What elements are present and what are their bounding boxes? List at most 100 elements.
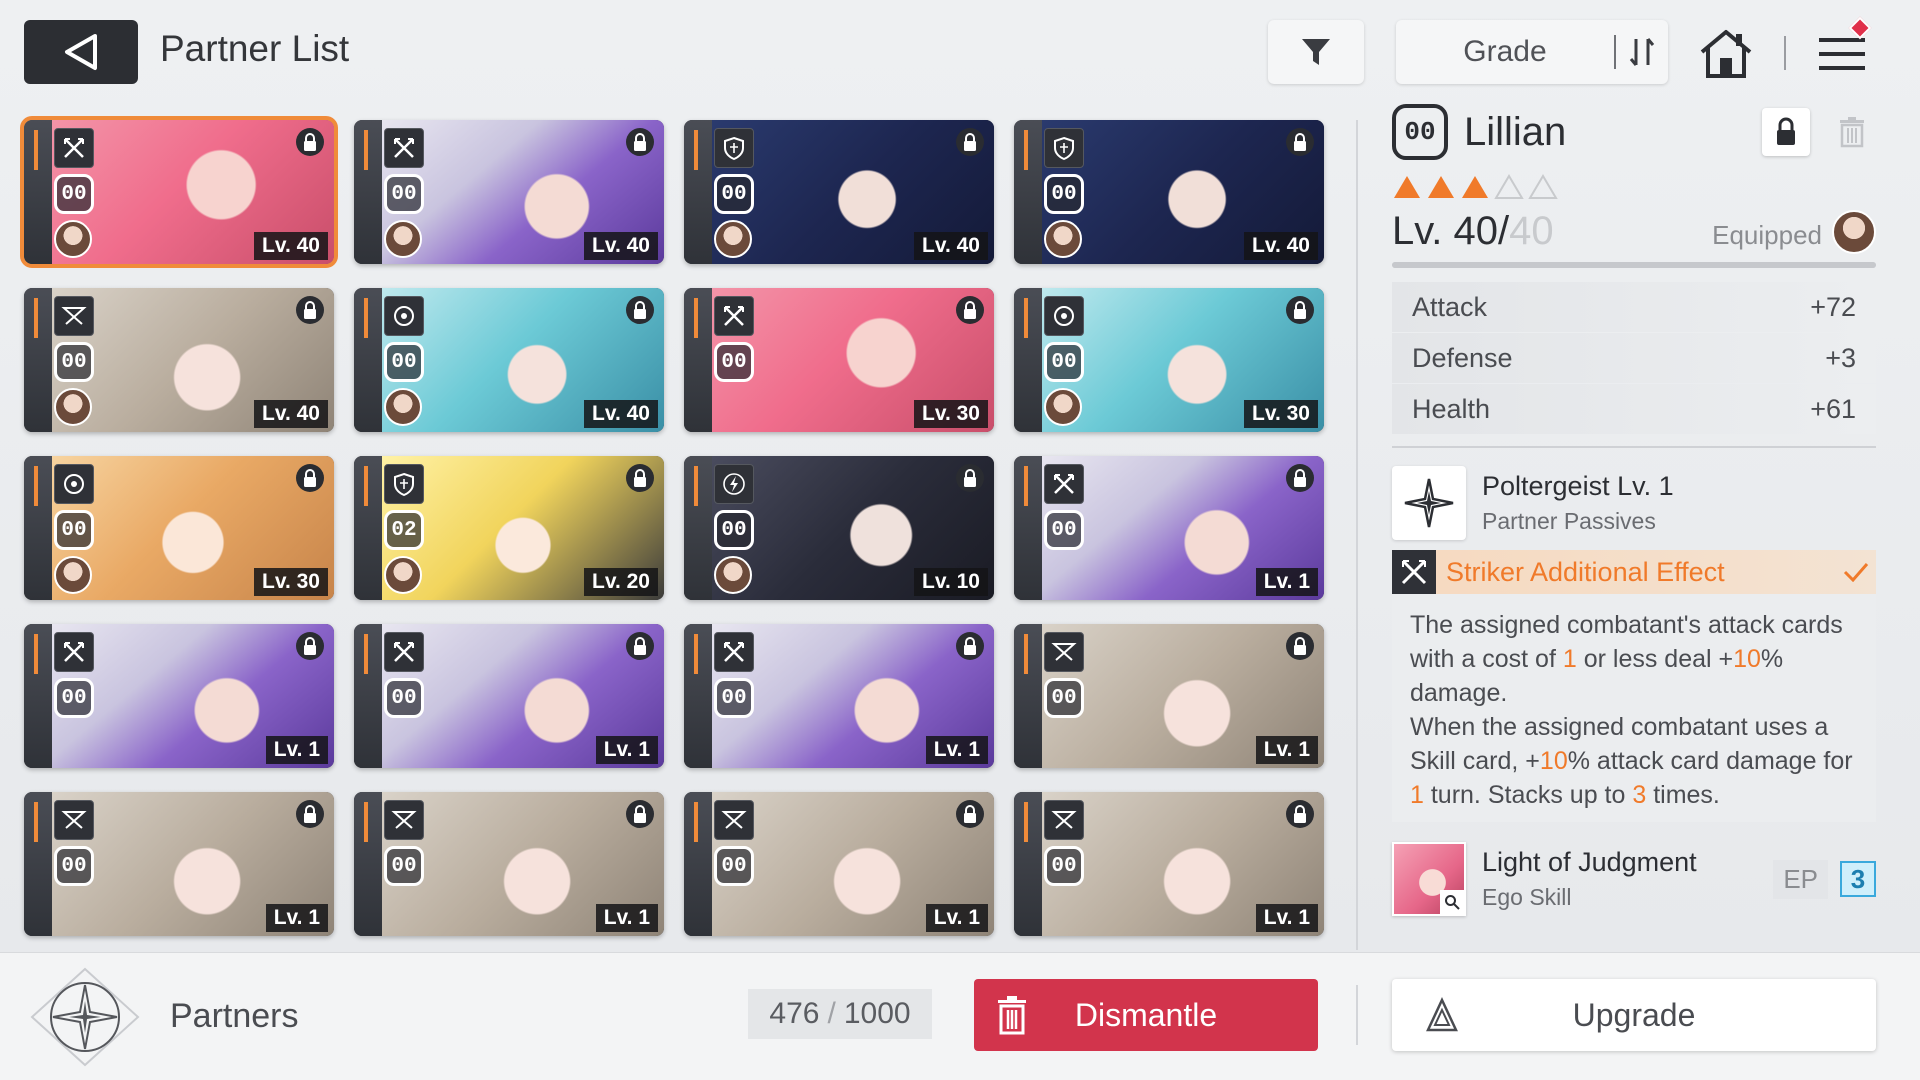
striker-icon bbox=[54, 128, 94, 168]
lock-icon[interactable] bbox=[626, 296, 654, 324]
footer-divider bbox=[1356, 985, 1358, 1045]
ranger-icon bbox=[1044, 800, 1084, 840]
grade-badge: 00 bbox=[384, 678, 424, 718]
equipped-avatar[interactable] bbox=[1832, 209, 1876, 254]
lock-icon[interactable] bbox=[1286, 464, 1314, 492]
level-max: 40 bbox=[1509, 209, 1554, 253]
partner-card[interactable]: 00 Lv. 1 bbox=[684, 624, 994, 768]
card-strip bbox=[1014, 120, 1042, 264]
trash-button[interactable] bbox=[1828, 108, 1876, 156]
level-label: Lv. 40 bbox=[1244, 232, 1318, 260]
partners-label: Partners bbox=[170, 997, 299, 1035]
partner-card[interactable]: 00 Lv. 1 bbox=[24, 624, 334, 768]
partner-card[interactable]: 00 Lv. 1 bbox=[354, 624, 664, 768]
ego-skill[interactable]: Light of Judgment Ego Skill EP 3 bbox=[1392, 842, 1876, 916]
stat-attack: Attack +72 bbox=[1392, 282, 1876, 332]
card-strip bbox=[354, 456, 382, 600]
partner-card[interactable]: 00 Lv. 30 bbox=[24, 456, 334, 600]
partner-card[interactable]: 00 Lv. 1 bbox=[354, 792, 664, 936]
lock-icon[interactable] bbox=[296, 800, 324, 828]
star-filled-icon bbox=[1426, 174, 1456, 205]
striker-icon bbox=[714, 632, 754, 672]
striker-icon bbox=[384, 128, 424, 168]
lock-icon[interactable] bbox=[956, 128, 984, 156]
partner-card[interactable]: 00 Lv. 30 bbox=[1014, 288, 1324, 432]
level-label: Lv. 40 bbox=[584, 400, 658, 428]
lightning-icon bbox=[714, 464, 754, 504]
partner-name: Lillian bbox=[1464, 109, 1567, 154]
partner-card[interactable]: 00 Lv. 30 bbox=[684, 288, 994, 432]
upgrade-icon bbox=[1426, 997, 1458, 1041]
level-label: Lv. 1 bbox=[1255, 736, 1318, 764]
lock-icon[interactable] bbox=[1286, 800, 1314, 828]
lock-icon[interactable] bbox=[956, 800, 984, 828]
star-empty-icon bbox=[1528, 174, 1558, 205]
lock-icon[interactable] bbox=[956, 632, 984, 660]
partner-card[interactable]: 00 Lv. 1 bbox=[1014, 792, 1324, 936]
level-label: Lv. 1 bbox=[265, 904, 328, 932]
partners-emblem-icon bbox=[20, 967, 150, 1067]
lock-icon[interactable] bbox=[626, 128, 654, 156]
partner-detail-panel: 00 Lillian Lv. 40/ 40 Equipped Attack +7… bbox=[1392, 100, 1876, 916]
lock-icon[interactable] bbox=[296, 632, 324, 660]
lock-icon[interactable] bbox=[626, 632, 654, 660]
partner-card[interactable]: 02 Lv. 20 bbox=[354, 456, 664, 600]
lock-icon[interactable] bbox=[296, 128, 324, 156]
card-strip bbox=[684, 792, 712, 936]
filter-icon bbox=[1302, 39, 1330, 65]
poltergeist-icon bbox=[1392, 466, 1466, 540]
lock-icon[interactable] bbox=[956, 464, 984, 492]
card-strip bbox=[684, 456, 712, 600]
partner-card[interactable]: 00 Lv. 40 bbox=[354, 120, 664, 264]
ranger-icon bbox=[54, 296, 94, 336]
magnify-icon[interactable] bbox=[1440, 890, 1464, 914]
lock-icon[interactable] bbox=[1286, 632, 1314, 660]
lock-icon[interactable] bbox=[296, 464, 324, 492]
home-button[interactable] bbox=[1696, 24, 1756, 84]
partner-card[interactable]: 00 Lv. 40 bbox=[1014, 120, 1324, 264]
partner-card[interactable]: 00 Lv. 40 bbox=[24, 288, 334, 432]
lock-icon[interactable] bbox=[626, 800, 654, 828]
lock-icon[interactable] bbox=[626, 464, 654, 492]
striker-effect-header[interactable]: Striker Additional Effect bbox=[1392, 550, 1876, 594]
lock-icon[interactable] bbox=[1286, 128, 1314, 156]
level-label: Lv. 30 bbox=[1244, 400, 1318, 428]
grade-badge: 00 bbox=[54, 678, 94, 718]
ranger-icon bbox=[54, 800, 94, 840]
level-label: Lv. 1 bbox=[1255, 904, 1318, 932]
lock-icon[interactable] bbox=[296, 296, 324, 324]
upgrade-label: Upgrade bbox=[1572, 996, 1696, 1033]
passive-skill[interactable]: Poltergeist Lv. 1 Partner Passives bbox=[1392, 466, 1876, 540]
partner-card[interactable]: 00 Lv. 1 bbox=[1014, 456, 1324, 600]
page-title: Partner List bbox=[160, 28, 350, 69]
partner-card[interactable]: 00 Lv. 1 bbox=[684, 792, 994, 936]
equipped-avatar bbox=[54, 220, 92, 258]
grade-badge: 00 bbox=[54, 510, 94, 550]
upgrade-button[interactable]: Upgrade bbox=[1392, 979, 1876, 1051]
filter-button[interactable] bbox=[1268, 20, 1364, 84]
target-icon bbox=[1044, 296, 1084, 336]
partner-card[interactable]: 00 Lv. 10 bbox=[684, 456, 994, 600]
partner-card[interactable]: 00 Lv. 1 bbox=[1014, 624, 1324, 768]
dismantle-button[interactable]: Dismantle bbox=[974, 979, 1318, 1051]
grade-badge: 00 bbox=[384, 174, 424, 214]
back-button[interactable] bbox=[24, 20, 138, 84]
detail-grade-badge: 00 bbox=[1392, 104, 1448, 160]
striker-icon bbox=[1392, 550, 1436, 594]
partner-card[interactable]: 00 Lv. 40 bbox=[20, 116, 338, 268]
partner-card[interactable]: 00 Lv. 1 bbox=[24, 792, 334, 936]
equipped-avatar bbox=[714, 556, 752, 594]
lock-icon[interactable] bbox=[1286, 296, 1314, 324]
equipped-avatar bbox=[1044, 388, 1082, 426]
grade-badge: 00 bbox=[384, 342, 424, 382]
sort-order-button[interactable] bbox=[1616, 35, 1668, 69]
partner-card[interactable]: 00 Lv. 40 bbox=[684, 120, 994, 264]
sort-dropdown[interactable]: Grade bbox=[1396, 20, 1668, 84]
check-icon bbox=[1836, 562, 1876, 582]
grade-badge: 00 bbox=[54, 174, 94, 214]
partner-card[interactable]: 00 Lv. 40 bbox=[354, 288, 664, 432]
striker-icon bbox=[1044, 464, 1084, 504]
lock-icon[interactable] bbox=[956, 296, 984, 324]
lock-toggle-button[interactable] bbox=[1762, 108, 1810, 156]
card-strip bbox=[684, 624, 712, 768]
